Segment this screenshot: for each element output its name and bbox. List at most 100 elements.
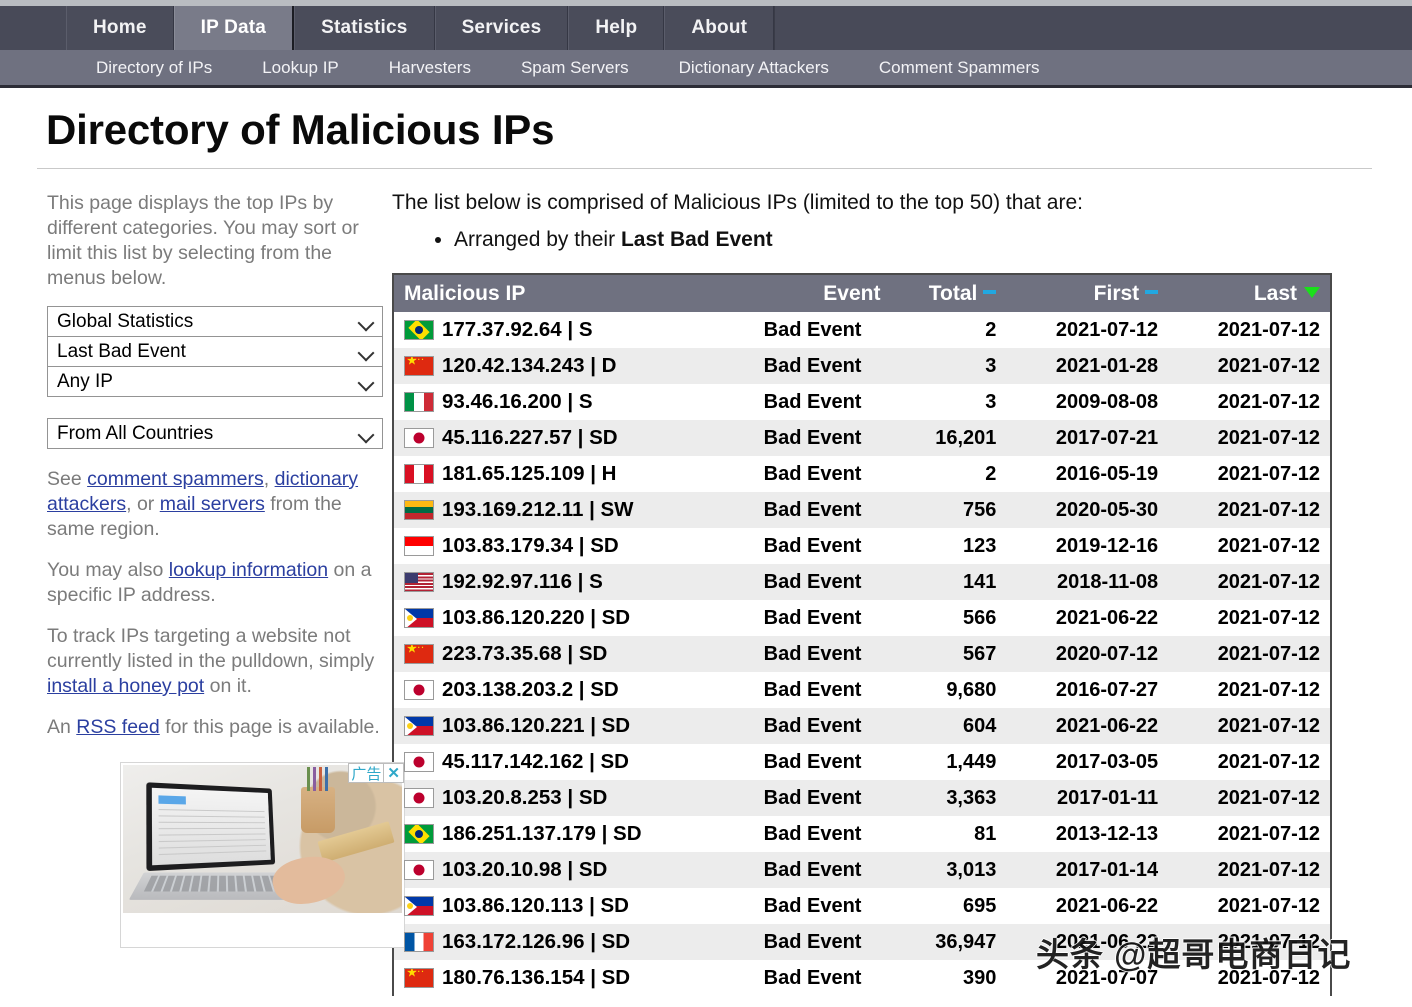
ip-address-text[interactable]: 45.117.142.162 | SD bbox=[442, 750, 629, 774]
column-header-total[interactable]: Total bbox=[890, 275, 1007, 312]
ad-label-bar: 广告 ✕ bbox=[348, 763, 404, 783]
column-header-event[interactable]: Event bbox=[734, 275, 891, 312]
table-row[interactable]: 186.251.137.179 | SD Bad Event 81 2013-12-1… bbox=[394, 816, 1330, 852]
subnav-item-lookup-ip[interactable]: Lookup IP bbox=[262, 58, 339, 78]
table-row[interactable]: 163.172.126.96 | SD Bad Event 36,947 2021-0… bbox=[394, 924, 1330, 960]
ip-address-text[interactable]: 181.65.125.109 | H bbox=[442, 462, 616, 486]
ip-address-text[interactable]: 103.20.8.253 | SD bbox=[442, 786, 607, 810]
ip-address-text[interactable]: 45.116.227.57 | SD bbox=[442, 426, 618, 450]
ad-pencil-cup bbox=[301, 787, 335, 833]
select-sort-order[interactable]: Last Bad Event bbox=[47, 336, 383, 367]
subnav-item-dictionary-attackers[interactable]: Dictionary Attackers bbox=[679, 58, 829, 78]
ip-address-text[interactable]: 120.42.134.243 | D bbox=[442, 354, 616, 378]
see-sep2: , or bbox=[126, 493, 160, 515]
cell-event: Bad Event bbox=[763, 966, 862, 989]
table-row[interactable]: 177.37.92.64 | S Bad Event 2 2021-07-12 2021… bbox=[394, 312, 1330, 348]
column-header-last[interactable]: Last bbox=[1168, 275, 1330, 312]
flag-icon-jp bbox=[404, 752, 434, 772]
table-row[interactable]: 103.86.120.220 | SD Bad Event 566 2021-06-2… bbox=[394, 600, 1330, 636]
ip-address-text[interactable]: 103.83.179.34 | SD bbox=[442, 534, 619, 558]
column-header-last-label: Last bbox=[1253, 281, 1297, 305]
table-row[interactable]: 93.46.16.200 | S Bad Event 3 2009-08-08 2021… bbox=[394, 384, 1330, 420]
cell-first: 2021-06-22 bbox=[1055, 606, 1159, 629]
ip-address-text[interactable]: 186.251.137.179 | SD bbox=[442, 822, 642, 846]
table-row[interactable]: 103.86.120.221 | SD Bad Event 604 2021-06-2… bbox=[394, 708, 1330, 744]
nav-tab-ip-data[interactable]: IP Data bbox=[173, 6, 295, 50]
column-header-first[interactable]: First bbox=[1006, 275, 1169, 312]
ip-address-text[interactable]: 180.76.136.154 | SD bbox=[442, 966, 630, 990]
ip-address-text[interactable]: 93.46.16.200 | S bbox=[442, 390, 593, 414]
table-row[interactable]: 192.92.97.116 | S Bad Event 141 2018-11-08 2… bbox=[394, 564, 1330, 600]
table-row[interactable]: 103.20.10.98 | SD Bad Event 3,013 2017-01-1… bbox=[394, 852, 1330, 888]
table-row[interactable]: 180.76.136.154 | SD Bad Event 390 2021-07-0… bbox=[394, 960, 1330, 996]
link-comment-spammers[interactable]: comment spammers bbox=[87, 468, 264, 490]
malicious-ip-table-wrap: Malicious IP Event Total First Last 177.… bbox=[392, 273, 1332, 996]
flag-icon-lt bbox=[404, 500, 434, 520]
ip-address-text[interactable]: 103.86.120.113 | SD bbox=[442, 894, 629, 918]
table-head: Malicious IP Event Total First Last bbox=[394, 275, 1330, 312]
table-row[interactable]: 45.117.142.162 | SD Bad Event 1,449 2017-03… bbox=[394, 744, 1330, 780]
column-header-ip[interactable]: Malicious IP bbox=[394, 275, 735, 312]
flag-icon-cn bbox=[404, 644, 434, 664]
ip-address-text[interactable]: 103.86.120.221 | SD bbox=[442, 714, 630, 738]
nav-tab-about[interactable]: About bbox=[664, 6, 775, 50]
nav-tab-label: About bbox=[691, 17, 748, 38]
ip-address-text[interactable]: 177.37.92.64 | S bbox=[442, 318, 593, 342]
ad-label-text: 广告 bbox=[351, 765, 382, 783]
subnav-item-directory-of-ips[interactable]: Directory of IPs bbox=[96, 58, 212, 78]
ip-address-text[interactable]: 203.138.203.2 | SD bbox=[442, 678, 619, 702]
cell-last: 2021-07-12 bbox=[1217, 462, 1320, 485]
table-row[interactable]: 103.83.179.34 | SD Bad Event 123 2019-12-16… bbox=[394, 528, 1330, 564]
cell-last: 2021-07-12 bbox=[1217, 390, 1320, 413]
table-row[interactable]: 203.138.203.2 | SD Bad Event 9,680 2016-07-… bbox=[394, 672, 1330, 708]
column-header-first-label: First bbox=[1093, 281, 1140, 305]
page-layout: This page displays the top IPs by differ… bbox=[0, 169, 1412, 996]
ip-address-text[interactable]: 103.86.120.220 | SD bbox=[442, 606, 630, 630]
advertisement-box[interactable]: 广告 ✕ bbox=[120, 762, 405, 948]
track-prefix: To track IPs targeting a website not cur… bbox=[47, 625, 375, 672]
select-statistics-scope[interactable]: Global Statistics bbox=[47, 306, 383, 337]
subnav-item-harvesters[interactable]: Harvesters bbox=[389, 58, 471, 78]
see-prefix: See bbox=[47, 468, 88, 490]
close-icon[interactable]: ✕ bbox=[383, 764, 403, 782]
cell-first: 2013-12-13 bbox=[1055, 822, 1159, 845]
select-country-filter[interactable]: From All Countries bbox=[47, 418, 383, 449]
ip-address-text[interactable]: 223.73.35.68 | SD bbox=[442, 642, 607, 666]
table-row[interactable]: 45.116.227.57 | SD Bad Event 16,201 2017-07… bbox=[394, 420, 1330, 456]
table-row[interactable]: 120.42.134.243 | D Bad Event 3 2021-01-28 20… bbox=[394, 348, 1330, 384]
cell-first: 2018-11-08 bbox=[1056, 570, 1159, 593]
sort-descending-icon[interactable] bbox=[1304, 287, 1320, 299]
link-rss-feed[interactable]: RSS feed bbox=[76, 716, 159, 738]
subnav-item-spam-servers[interactable]: Spam Servers bbox=[521, 58, 629, 78]
table-row[interactable]: 223.73.35.68 | SD Bad Event 567 2020-07-12 2… bbox=[394, 636, 1330, 672]
select-ip-type[interactable]: Any IP bbox=[47, 366, 383, 397]
cell-last: 2021-07-12 bbox=[1217, 714, 1320, 737]
table-row[interactable]: 181.65.125.109 | H Bad Event 2 2016-05-19 20… bbox=[394, 456, 1330, 492]
table-row[interactable]: 103.86.120.113 | SD Bad Event 695 2021-06-2… bbox=[394, 888, 1330, 924]
sort-dash-icon[interactable] bbox=[983, 290, 997, 295]
link-lookup-information[interactable]: lookup information bbox=[169, 559, 328, 581]
cell-last: 2021-07-12 bbox=[1217, 678, 1320, 701]
cell-event: Bad Event bbox=[763, 570, 862, 593]
nav-tab-help[interactable]: Help bbox=[568, 6, 665, 50]
nav-tab-statistics[interactable]: Statistics bbox=[294, 6, 435, 50]
cell-total: 756 bbox=[963, 498, 997, 521]
nav-tab-home[interactable]: Home bbox=[66, 6, 174, 50]
ip-address-text[interactable]: 103.20.10.98 | SD bbox=[442, 858, 607, 882]
ip-address-text[interactable]: 163.172.126.96 | SD bbox=[442, 930, 630, 954]
chevron-down-icon bbox=[359, 317, 374, 326]
table-row[interactable]: 103.20.8.253 | SD Bad Event 3,363 2017-01-1… bbox=[394, 780, 1330, 816]
link-install-honey-pot[interactable]: install a honey pot bbox=[47, 675, 204, 697]
ip-address-text[interactable]: 193.169.212.11 | SW bbox=[442, 498, 634, 522]
ip-address-text[interactable]: 192.92.97.116 | S bbox=[442, 570, 603, 594]
table-row[interactable]: 193.169.212.11 | SW Bad Event 756 2020-05-3… bbox=[394, 492, 1330, 528]
cell-ip: 103.83.179.34 | SD bbox=[394, 528, 735, 564]
cell-first: 2021-06-22 bbox=[1055, 930, 1159, 953]
cell-ip: 193.169.212.11 | SW bbox=[394, 492, 735, 528]
nav-tab-label: IP Data bbox=[200, 17, 267, 38]
sort-dash-icon[interactable] bbox=[1145, 290, 1159, 295]
link-mail-servers[interactable]: mail servers bbox=[160, 493, 265, 515]
subnav-item-comment-spammers[interactable]: Comment Spammers bbox=[879, 58, 1040, 78]
cell-last: 2021-07-12 bbox=[1217, 606, 1320, 629]
nav-tab-services[interactable]: Services bbox=[434, 6, 569, 50]
